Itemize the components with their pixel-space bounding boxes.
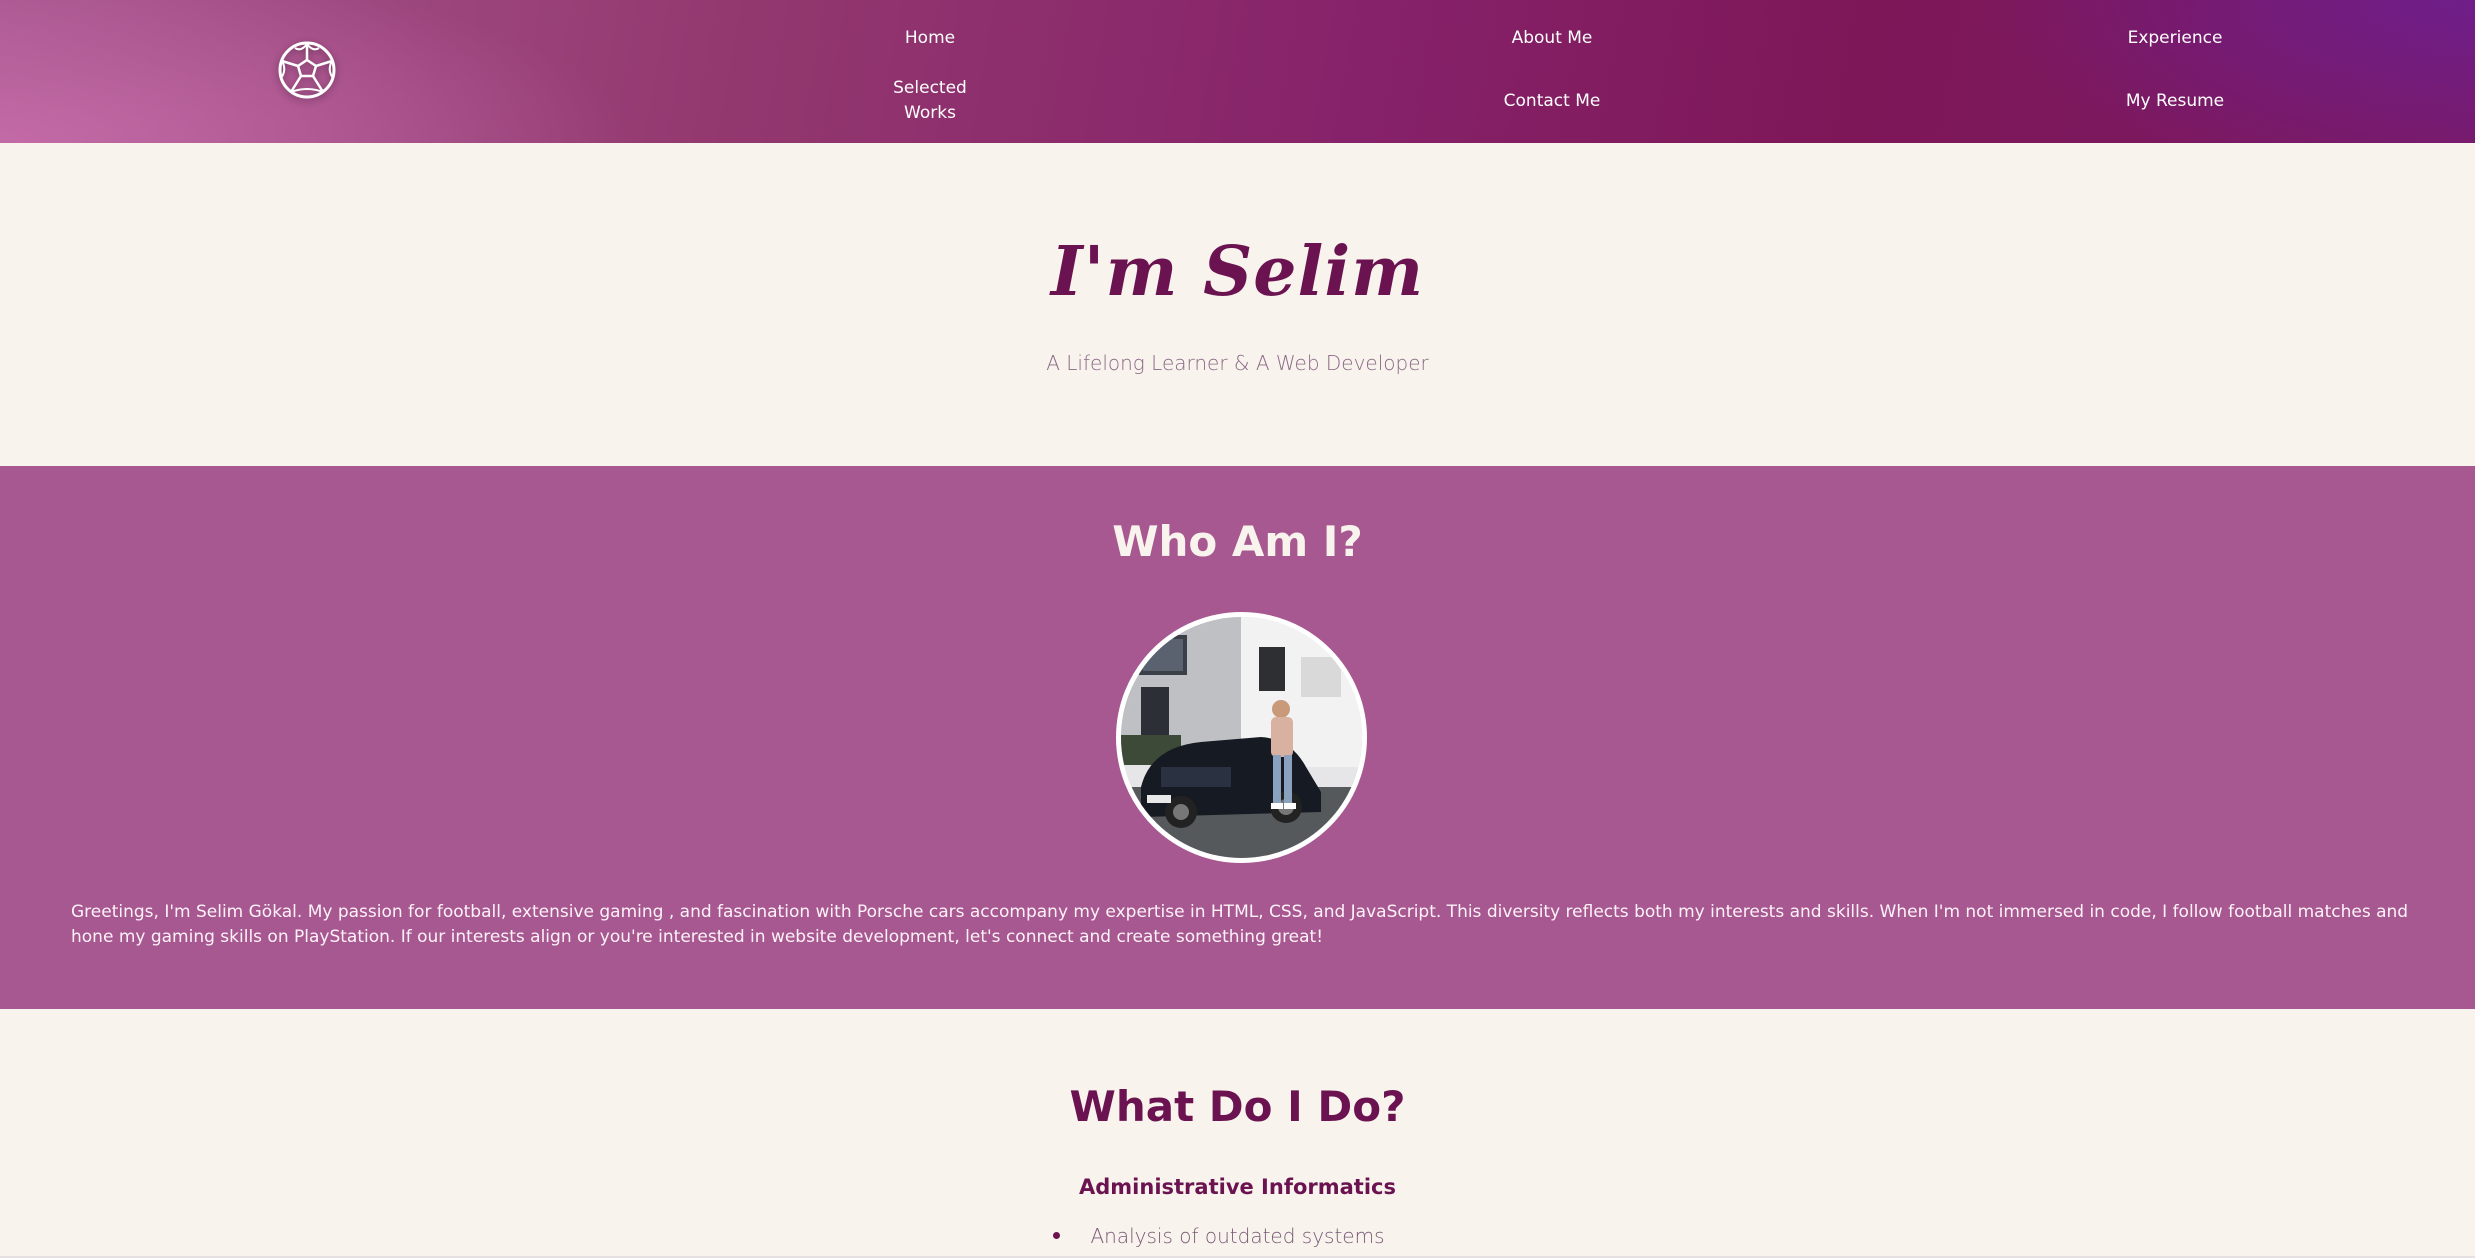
services-section: What Do I Do? Administrative Informatics…: [0, 1009, 2475, 1258]
about-section: Who Am I? Greetings, I'm Selim Gökal. My…: [0, 466, 2475, 1009]
about-title: Who Am I?: [1112, 517, 1363, 566]
about-description: Greetings, I'm Selim Gökal. My passion f…: [71, 902, 2409, 947]
list-item: Analysis of outdated systems: [0, 1222, 2475, 1250]
profile-photo: [1116, 612, 1367, 863]
nav-selected-works-line1: Selected: [893, 78, 967, 98]
hero-title: I'm Selim: [1050, 232, 1425, 312]
nav-selected-works-link[interactable]: Selected Works: [890, 76, 970, 126]
top-navigation-bar: Home About Me Experience Selected Works …: [0, 0, 2475, 143]
service-list: Analysis of outdated systems: [0, 1222, 2475, 1250]
list-item-text: Analysis of outdated systems: [1090, 1224, 1385, 1248]
nav-selected-works-line2: Works: [904, 103, 956, 123]
hero-subtitle: A Lifelong Learner & A Web Developer: [1046, 351, 1429, 375]
nav-experience-link[interactable]: Experience: [2128, 26, 2223, 51]
bullet-icon: [1053, 1232, 1060, 1239]
nav-home-link[interactable]: Home: [905, 26, 955, 51]
soccer-ball-icon[interactable]: [277, 40, 337, 100]
hero-section: I'm Selim A Lifelong Learner & A Web Dev…: [0, 143, 2475, 466]
services-title: What Do I Do?: [1069, 1082, 1406, 1131]
service-heading: Administrative Informatics: [1079, 1175, 1396, 1199]
nav-about-link[interactable]: About Me: [1512, 26, 1593, 51]
nav-resume-link[interactable]: My Resume: [2126, 89, 2224, 114]
nav-contact-link[interactable]: Contact Me: [1504, 89, 1601, 114]
